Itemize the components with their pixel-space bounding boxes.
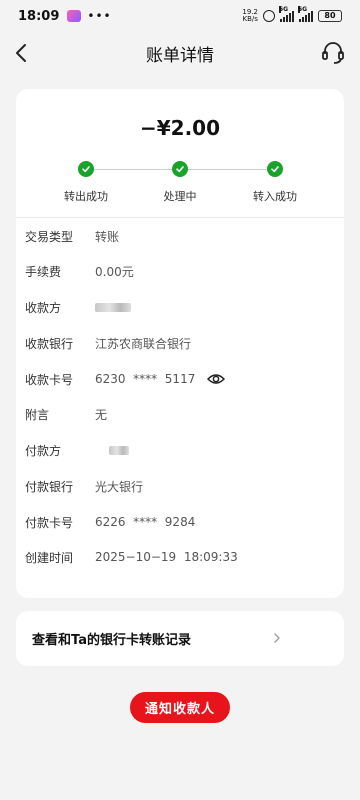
detail-row-payer-bank: 付款银行 光大银行 bbox=[25, 476, 335, 496]
transaction-amount: −¥2.00 bbox=[139, 116, 221, 140]
step-label: 转出成功 bbox=[64, 190, 108, 203]
chevron-right-icon bbox=[274, 633, 280, 643]
detail-label: 付款卡号 bbox=[25, 515, 74, 530]
detail-label: 付款银行 bbox=[25, 479, 74, 494]
signal-icon: 5G bbox=[279, 5, 294, 22]
step-label: 转入成功 bbox=[253, 190, 297, 203]
check-icon bbox=[267, 161, 283, 177]
progress-steps: 转出成功 处理中 转入成功 bbox=[16, 161, 344, 204]
check-icon bbox=[78, 161, 94, 177]
detail-value: 光大银行 bbox=[95, 479, 144, 494]
redacted-text bbox=[95, 302, 131, 312]
transaction-card: −¥2.00 转出成功 处理中 转入成功 交易类型 转账 手续费 0.00元 收… bbox=[16, 89, 344, 598]
detail-label: 收款银行 bbox=[25, 336, 74, 351]
step-label: 处理中 bbox=[163, 190, 197, 203]
detail-value: 2025−10−19 18:09:33 bbox=[95, 550, 238, 564]
detail-value: 转账 bbox=[95, 229, 120, 244]
page-title: 账单详情 bbox=[146, 45, 214, 66]
card-number: 6230 **** 5117 bbox=[95, 372, 196, 386]
status-time: 18:09 bbox=[18, 8, 60, 24]
detail-label: 创建时间 bbox=[25, 550, 74, 565]
detail-label: 手续费 bbox=[25, 264, 62, 279]
payer-name-redacted bbox=[95, 445, 129, 455]
battery-indicator: 80 bbox=[318, 10, 342, 22]
network-speed-unit: KB/s bbox=[242, 15, 258, 23]
headset-icon[interactable] bbox=[320, 40, 346, 66]
card-number: 6226 **** 9284 bbox=[95, 515, 196, 529]
detail-row-payer-card: 付款卡号 6226 **** 9284 bbox=[25, 512, 335, 532]
more-notifications-icon: ••• bbox=[87, 9, 112, 23]
notify-payee-button[interactable]: 通知收款人 bbox=[130, 692, 230, 723]
network-speed: 19.2 KB/s bbox=[242, 9, 258, 23]
detail-label: 交易类型 bbox=[25, 229, 74, 244]
payee-name-redacted bbox=[95, 302, 131, 312]
eye-icon[interactable] bbox=[207, 372, 226, 386]
detail-value: 江苏农商联合银行 bbox=[95, 336, 192, 351]
signal-label: 5G bbox=[279, 5, 289, 13]
detail-row-type: 交易类型 转账 bbox=[25, 226, 335, 246]
detail-row-payee-bank: 收款银行 江苏农商联合银行 bbox=[25, 333, 335, 353]
detail-label: 收款方 bbox=[25, 300, 62, 315]
detail-row-payee-card: 收款卡号 6230 **** 5117 bbox=[25, 369, 335, 389]
check-icon bbox=[172, 161, 188, 177]
chevron-left-icon[interactable] bbox=[10, 41, 34, 65]
signal-icon: 5G bbox=[298, 5, 313, 22]
step-processing: 处理中 bbox=[140, 161, 220, 204]
redacted-text bbox=[109, 445, 129, 455]
page-header: 账单详情 bbox=[0, 32, 360, 74]
transfer-records-link[interactable]: 查看和Ta的银行卡转账记录 bbox=[16, 611, 344, 666]
detail-label: 附言 bbox=[25, 407, 50, 422]
signal-label: 5G bbox=[298, 5, 308, 13]
detail-value: 0.00元 bbox=[95, 264, 134, 279]
detail-row-note: 附言 无 bbox=[25, 404, 335, 424]
detail-row-created-time: 创建时间 2025−10−19 18:09:33 bbox=[25, 547, 335, 567]
detail-row-fee: 手续费 0.00元 bbox=[25, 261, 335, 281]
transfer-records-label: 查看和Ta的银行卡转账记录 bbox=[32, 633, 191, 648]
detail-label: 付款方 bbox=[25, 443, 62, 458]
detail-value: 无 bbox=[95, 407, 108, 422]
detail-label: 收款卡号 bbox=[25, 372, 74, 387]
detail-row-payer: 付款方 bbox=[25, 440, 335, 460]
alarm-icon bbox=[263, 10, 275, 22]
detail-value: 6230 **** 5117 bbox=[95, 372, 226, 386]
divider bbox=[16, 217, 344, 218]
status-bar: 18:09 ••• 19.2 KB/s 5G 5G 80 bbox=[0, 0, 360, 32]
detail-row-payee: 收款方 bbox=[25, 297, 335, 317]
status-indicators: 19.2 KB/s 5G 5G 80 bbox=[242, 5, 342, 23]
step-transfer-out: 转出成功 bbox=[46, 161, 126, 204]
step-transfer-in: 转入成功 bbox=[235, 161, 315, 204]
app-notification-icon bbox=[67, 10, 82, 22]
